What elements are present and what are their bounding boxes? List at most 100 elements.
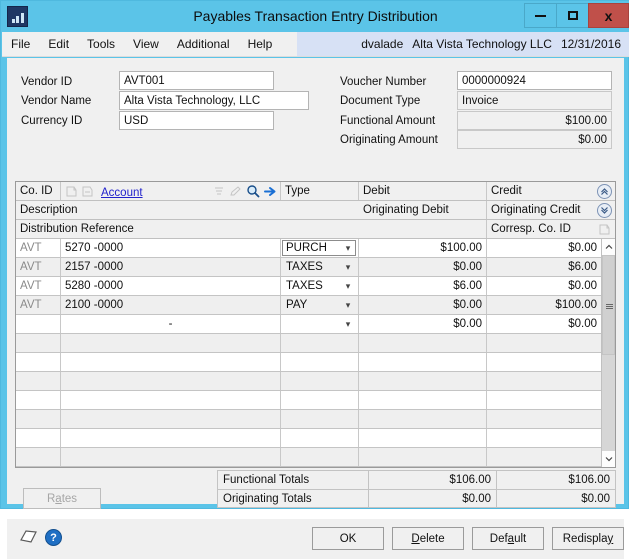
cell-credit[interactable]: $0.00: [487, 277, 601, 295]
column-header-credit[interactable]: Credit: [487, 182, 599, 200]
cell-co-id[interactable]: [16, 315, 61, 333]
column-header-distribution-reference[interactable]: Distribution Reference: [16, 220, 359, 238]
voucher-number-field[interactable]: 0000000924: [457, 71, 612, 90]
cell-account[interactable]: 2100 -0000: [61, 296, 281, 314]
default-button[interactable]: Def a ult: [472, 527, 544, 550]
cell-account[interactable]: 5270 -0000: [61, 239, 281, 257]
vendor-id-field[interactable]: AVT001: [119, 71, 274, 90]
cell-credit[interactable]: [487, 410, 601, 428]
table-row[interactable]: [16, 334, 601, 353]
grid-scrollbar[interactable]: [601, 239, 615, 467]
cell-credit[interactable]: [487, 391, 601, 409]
cell-debit[interactable]: $0.00: [359, 315, 487, 333]
scroll-up-button[interactable]: [597, 184, 612, 199]
scrollbar-track[interactable]: [602, 255, 615, 451]
cell-account[interactable]: 2157 -0000: [61, 258, 281, 276]
note-icon[interactable]: [65, 185, 78, 198]
cell-type[interactable]: PURCH ▾: [281, 239, 359, 257]
cell-account[interactable]: [61, 353, 281, 371]
magnifier-icon[interactable]: [246, 184, 260, 198]
table-row[interactable]: [16, 410, 601, 429]
cell-debit[interactable]: [359, 334, 487, 352]
table-row[interactable]: AVT 2157 -0000 TAXES ▾ $0.00 $6.00: [16, 258, 601, 277]
table-row[interactable]: [16, 429, 601, 448]
cell-account[interactable]: -: [61, 315, 281, 333]
column-header-corresp-co-id[interactable]: Corresp. Co. ID: [487, 220, 599, 238]
cell-account[interactable]: [61, 334, 281, 352]
grid-body[interactable]: AVT 5270 -0000 PURCH ▾ $100.00 $0.00 AVT…: [16, 239, 615, 467]
menu-item-help[interactable]: Help: [239, 32, 282, 57]
currency-id-field[interactable]: USD: [119, 111, 274, 130]
maximize-button[interactable]: [556, 3, 589, 28]
scrollbar-down-button[interactable]: [602, 451, 615, 467]
cell-credit[interactable]: $100.00: [487, 296, 601, 314]
menu-item-view[interactable]: View: [124, 32, 168, 57]
cell-debit[interactable]: $100.00: [359, 239, 487, 257]
cell-type[interactable]: [281, 429, 359, 447]
cell-type[interactable]: ▾: [281, 315, 359, 333]
cell-co-id[interactable]: [16, 353, 61, 371]
redisplay-button[interactable]: Redispla y: [552, 527, 624, 550]
cell-account[interactable]: 5280 -0000: [61, 277, 281, 295]
cell-type[interactable]: PAY ▾: [281, 296, 359, 314]
cell-debit[interactable]: $0.00: [359, 296, 487, 314]
cell-type[interactable]: [281, 353, 359, 371]
cell-type[interactable]: [281, 448, 359, 466]
column-header-originating-debit[interactable]: Originating Debit: [359, 201, 487, 219]
cell-credit[interactable]: $6.00: [487, 258, 601, 276]
cell-co-id[interactable]: AVT: [16, 296, 61, 314]
type-dropdown[interactable]: PURCH ▾: [282, 240, 356, 256]
column-header-debit[interactable]: Debit: [359, 182, 487, 200]
sort-icon[interactable]: [213, 185, 226, 198]
cell-type[interactable]: TAXES ▾: [281, 258, 359, 276]
cell-credit[interactable]: $0.00: [487, 239, 601, 257]
cell-co-id[interactable]: AVT: [16, 277, 61, 295]
note-icon[interactable]: [598, 223, 611, 236]
table-row[interactable]: [16, 372, 601, 391]
cell-co-id[interactable]: [16, 391, 61, 409]
cell-debit[interactable]: [359, 372, 487, 390]
cell-co-id[interactable]: AVT: [16, 258, 61, 276]
menu-item-tools[interactable]: Tools: [78, 32, 124, 57]
cell-credit[interactable]: [487, 353, 601, 371]
type-dropdown[interactable]: PAY ▾: [282, 297, 356, 313]
table-row[interactable]: AVT 5280 -0000 TAXES ▾ $6.00 $0.00: [16, 277, 601, 296]
column-header-type[interactable]: Type: [281, 182, 359, 200]
menu-item-file[interactable]: File: [2, 32, 39, 57]
table-row[interactable]: AVT 2100 -0000 PAY ▾ $0.00 $100.00: [16, 296, 601, 315]
type-dropdown[interactable]: ▾: [282, 316, 356, 332]
cell-debit[interactable]: [359, 353, 487, 371]
cell-co-id[interactable]: AVT: [16, 239, 61, 257]
cell-debit[interactable]: $0.00: [359, 258, 487, 276]
cell-credit[interactable]: [487, 429, 601, 447]
cell-debit[interactable]: $6.00: [359, 277, 487, 295]
column-header-co-id[interactable]: Co. ID: [16, 182, 61, 200]
type-dropdown[interactable]: TAXES ▾: [282, 259, 356, 275]
cell-account[interactable]: [61, 391, 281, 409]
cell-account[interactable]: [61, 448, 281, 466]
table-row[interactable]: [16, 391, 601, 410]
cell-account[interactable]: [61, 429, 281, 447]
cell-co-id[interactable]: [16, 429, 61, 447]
close-button[interactable]: x: [588, 3, 629, 28]
scroll-down-button[interactable]: [597, 203, 612, 218]
cell-credit[interactable]: [487, 372, 601, 390]
cell-credit[interactable]: [487, 334, 601, 352]
cell-credit[interactable]: $0.00: [487, 315, 601, 333]
scrollbar-thumb[interactable]: [602, 255, 615, 355]
cell-co-id[interactable]: [16, 334, 61, 352]
cell-account[interactable]: [61, 372, 281, 390]
rates-button[interactable]: Ra tes: [23, 488, 101, 509]
cell-type[interactable]: [281, 372, 359, 390]
cell-type[interactable]: [281, 334, 359, 352]
cell-account[interactable]: [61, 410, 281, 428]
table-row[interactable]: [16, 353, 601, 372]
account-column-link[interactable]: Account: [101, 184, 143, 200]
cell-co-id[interactable]: [16, 372, 61, 390]
note-icon[interactable]: [19, 529, 38, 546]
column-header-originating-credit[interactable]: Originating Credit: [487, 201, 599, 219]
arrow-right-icon[interactable]: [264, 185, 277, 198]
ok-button[interactable]: OK: [312, 527, 384, 550]
cell-co-id[interactable]: [16, 410, 61, 428]
help-icon[interactable]: ?: [45, 529, 62, 546]
